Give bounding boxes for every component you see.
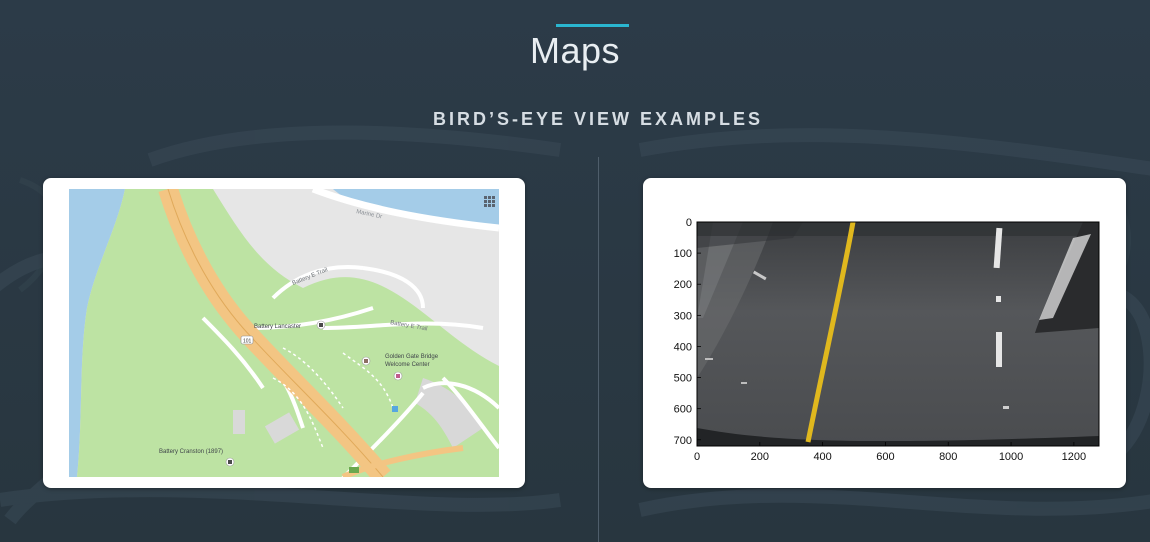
title-accent-bar [556, 24, 629, 27]
white-lane-dash [996, 332, 1002, 367]
map-label-battery-cranston: Battery Cranston (1897) [159, 449, 223, 455]
x-tick-label: 200 [751, 451, 769, 463]
birdseye-plot-card: 0 200 400 600 800 1000 1200 0 100 200 300 400 500 60… [643, 178, 1126, 488]
y-tick-label: 600 [674, 404, 692, 416]
y-tick-label: 400 [674, 341, 692, 353]
slide-subtitle: BIRD’S-EYE VIEW EXAMPLES [432, 109, 764, 129]
white-lane-dash [996, 296, 1001, 302]
landmark-icon[interactable] [393, 371, 403, 381]
x-tick-label: 400 [813, 451, 831, 463]
vertical-divider [598, 157, 599, 542]
x-tick-label: 0 [694, 451, 700, 463]
birdseye-plot[interactable]: 0 200 400 600 800 1000 1200 0 100 200 300 400 500 60… [643, 178, 1126, 488]
y-tick-label: 500 [674, 373, 692, 385]
x-tick-label: 1200 [1062, 451, 1086, 463]
slide-title: Maps [529, 30, 621, 71]
map-card: Marine Dr Battery E Trail Battery E Trai… [43, 178, 525, 488]
svg-text:101: 101 [243, 339, 252, 345]
map-view[interactable]: Marine Dr Battery E Trail Battery E Trai… [43, 178, 525, 488]
y-tick-label: 0 [686, 217, 692, 229]
y-tick-label: 700 [674, 435, 692, 447]
landmark-icon[interactable] [361, 356, 371, 366]
park-marker-icon [349, 467, 359, 473]
map-label-battery-lancaster: Battery Lancaster [254, 324, 301, 330]
grid-menu-icon[interactable] [484, 196, 495, 207]
slide: Maps BIRD’S-EYE VIEW EXAMPLES Marine Dr … [0, 0, 1150, 542]
y-tick-label: 300 [674, 310, 692, 322]
x-tick-label: 600 [876, 451, 894, 463]
white-lane-dash [1003, 406, 1009, 409]
landmark-icon[interactable] [225, 457, 235, 467]
x-tick-label: 800 [939, 451, 957, 463]
parking-icon[interactable] [392, 406, 398, 412]
y-tick-label: 200 [674, 279, 692, 291]
map-label-golden-gate: Golden Gate Bridge [385, 354, 439, 360]
x-tick-label: 1000 [999, 451, 1023, 463]
warped-road-image [697, 222, 1099, 446]
map-label-welcome-center: Welcome Center [385, 362, 430, 368]
landmark-icon[interactable] [316, 320, 326, 330]
y-tick-label: 100 [674, 248, 692, 260]
map-building [233, 410, 245, 434]
highway-shield-icon[interactable]: 101 [240, 335, 254, 345]
